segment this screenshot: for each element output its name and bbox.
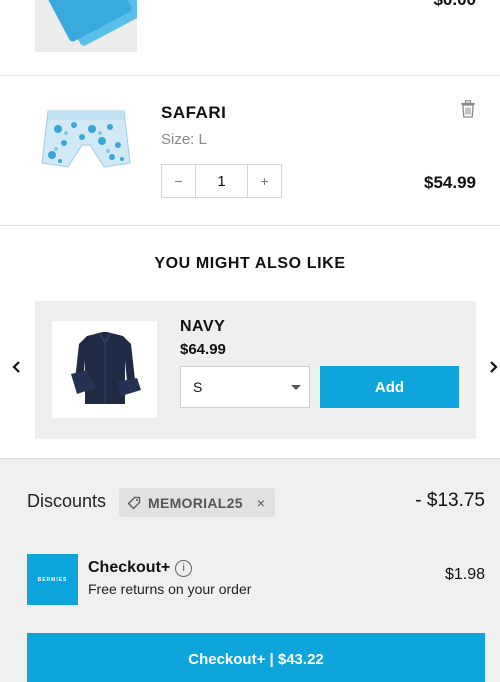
quantity-stepper: − 1 + [161, 164, 282, 198]
caret-down-icon [291, 385, 301, 390]
checkout-button[interactable]: Checkout+ | $43.22 [27, 633, 485, 682]
item-price: $54.99 [424, 173, 476, 192]
trash-icon[interactable] [460, 100, 476, 118]
increment-button[interactable]: + [248, 165, 281, 197]
checkout-plus-subtitle: Free returns on your order [88, 581, 252, 597]
cart-item-top-partial: $0.00 [0, 0, 500, 76]
brand-logo: BERMIES [27, 554, 78, 605]
chevron-right-icon[interactable] [489, 360, 498, 377]
recommendation-card: NAVY $64.99 S Add [35, 301, 476, 439]
product-thumbnail [52, 321, 157, 418]
cart-item: SAFARI Size: L − 1 + $54.99 [0, 77, 500, 226]
size-select[interactable]: S [180, 366, 310, 408]
quantity-value[interactable]: 1 [195, 165, 248, 197]
chevron-left-icon[interactable] [12, 360, 21, 377]
recommendations-title: YOU MIGHT ALSO LIKE [154, 255, 346, 272]
item-size: Size: L [161, 131, 207, 148]
recommendation-price: $64.99 [180, 341, 226, 358]
decrement-button[interactable]: − [162, 165, 195, 197]
product-thumbnail [35, 0, 137, 52]
checkout-plus-title: Checkout+ i [88, 559, 193, 577]
item-price: $0.00 [433, 0, 476, 10]
discount-chip: MEMORIAL25 × [119, 488, 275, 517]
discount-code: MEMORIAL25 [148, 494, 243, 511]
product-thumbnail [34, 105, 138, 189]
tag-icon [127, 496, 141, 510]
discounts-label: Discounts [27, 491, 107, 511]
discount-amount: - $13.75 [415, 490, 485, 511]
remove-discount-button[interactable]: × [257, 495, 265, 511]
add-button[interactable]: Add [320, 366, 459, 408]
recommendation-name: NAVY [180, 318, 226, 335]
checkout-plus-price: $1.98 [444, 566, 485, 583]
size-select-value: S [193, 379, 203, 395]
item-name: SAFARI [161, 103, 227, 122]
cart-summary: Discounts MEMORIAL25 × - $13.75 BERMIES … [0, 458, 500, 682]
info-icon[interactable]: i [175, 559, 193, 577]
